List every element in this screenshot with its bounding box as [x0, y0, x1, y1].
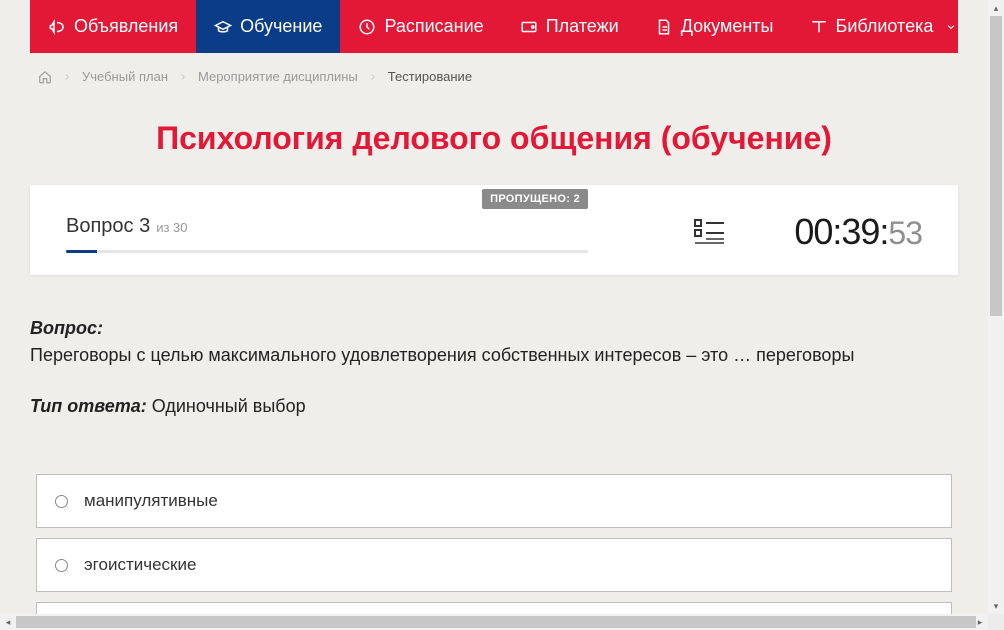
book-icon [810, 18, 828, 36]
nav-label: Библиотека [836, 16, 934, 37]
chevron-down-icon [945, 21, 957, 33]
question-number: Вопрос 3 [66, 215, 150, 238]
progress-fill [66, 250, 97, 253]
breadcrumb-event[interactable]: Мероприятие дисциплины [198, 69, 358, 84]
breadcrumb-plan[interactable]: Учебный план [82, 69, 168, 84]
nav-library[interactable]: Библиотека [792, 0, 976, 53]
progress-bar [66, 250, 588, 253]
scroll-track[interactable] [16, 614, 972, 630]
timer-seconds: 53 [888, 215, 922, 252]
scroll-up-arrow-icon[interactable]: ▴ [988, 0, 1004, 16]
nav-label: Платежи [546, 16, 619, 37]
answer-type-heading: Тип ответа: [30, 396, 147, 416]
breadcrumb: Учебный план Мероприятие дисциплины Тест… [0, 53, 988, 84]
test-status-card: ПРОПУЩЕНО: 2 Вопрос 3 из 30 [30, 185, 958, 275]
answer-option[interactable]: приспособленческие [36, 602, 952, 614]
scroll-thumb[interactable] [990, 16, 1002, 316]
timer-main: 00:39: [794, 211, 888, 253]
scroll-down-arrow-icon[interactable]: ▾ [988, 598, 1004, 614]
document-icon [655, 18, 673, 36]
nav-announcements[interactable]: Объявления [30, 0, 196, 53]
graduation-cap-icon [214, 18, 232, 36]
megaphone-icon [48, 18, 66, 36]
nav-label: Объявления [74, 16, 178, 37]
answer-label: эгоистические [84, 555, 196, 575]
breadcrumb-current: Тестирование [388, 69, 472, 84]
top-nav: Объявления Обучение Расписание Платежи [30, 0, 958, 53]
clock-icon [358, 18, 376, 36]
horizontal-scrollbar[interactable]: ◂ ▸ [0, 614, 1004, 630]
nav-documents[interactable]: Документы [637, 0, 792, 53]
nav-payments[interactable]: Платежи [502, 0, 637, 53]
vertical-scrollbar[interactable]: ▴ ▾ [988, 0, 1004, 614]
question-text: Переговоры с целью максимального удовлет… [30, 345, 854, 365]
question-list-icon[interactable] [694, 218, 724, 246]
scroll-thumb[interactable] [16, 616, 976, 628]
nav-schedule[interactable]: Расписание [340, 0, 501, 53]
chevron-right-icon [178, 72, 188, 82]
nav-label: Документы [681, 16, 774, 37]
radio-icon[interactable] [55, 495, 68, 508]
scroll-track[interactable] [988, 16, 1004, 598]
question-heading: Вопрос: [30, 318, 103, 338]
timer: 00:39:53 [794, 211, 922, 253]
scroll-left-arrow-icon[interactable]: ◂ [0, 614, 16, 630]
home-icon[interactable] [38, 70, 52, 84]
chevron-right-icon [62, 72, 72, 82]
page-title: Психология делового общения (обучение) [0, 120, 988, 157]
nav-label: Расписание [384, 16, 483, 37]
nav-label: Обучение [240, 16, 322, 37]
nav-training[interactable]: Обучение [196, 0, 340, 53]
question-body: Вопрос: Переговоры с целью максимального… [0, 275, 988, 420]
skipped-badge: ПРОПУЩЕНО: 2 [482, 189, 588, 209]
scroll-corner [988, 614, 1004, 630]
chevron-right-icon [368, 72, 378, 82]
radio-icon[interactable] [55, 559, 68, 572]
answer-option[interactable]: манипулятивные [36, 474, 952, 528]
answer-type-value: Одиночный выбор [152, 396, 306, 416]
question-total: из 30 [156, 220, 187, 235]
answer-label: манипулятивные [84, 491, 218, 511]
answer-option[interactable]: эгоистические [36, 538, 952, 592]
wallet-icon [520, 18, 538, 36]
answers-list: манипулятивные эгоистические приспособле… [0, 444, 988, 614]
